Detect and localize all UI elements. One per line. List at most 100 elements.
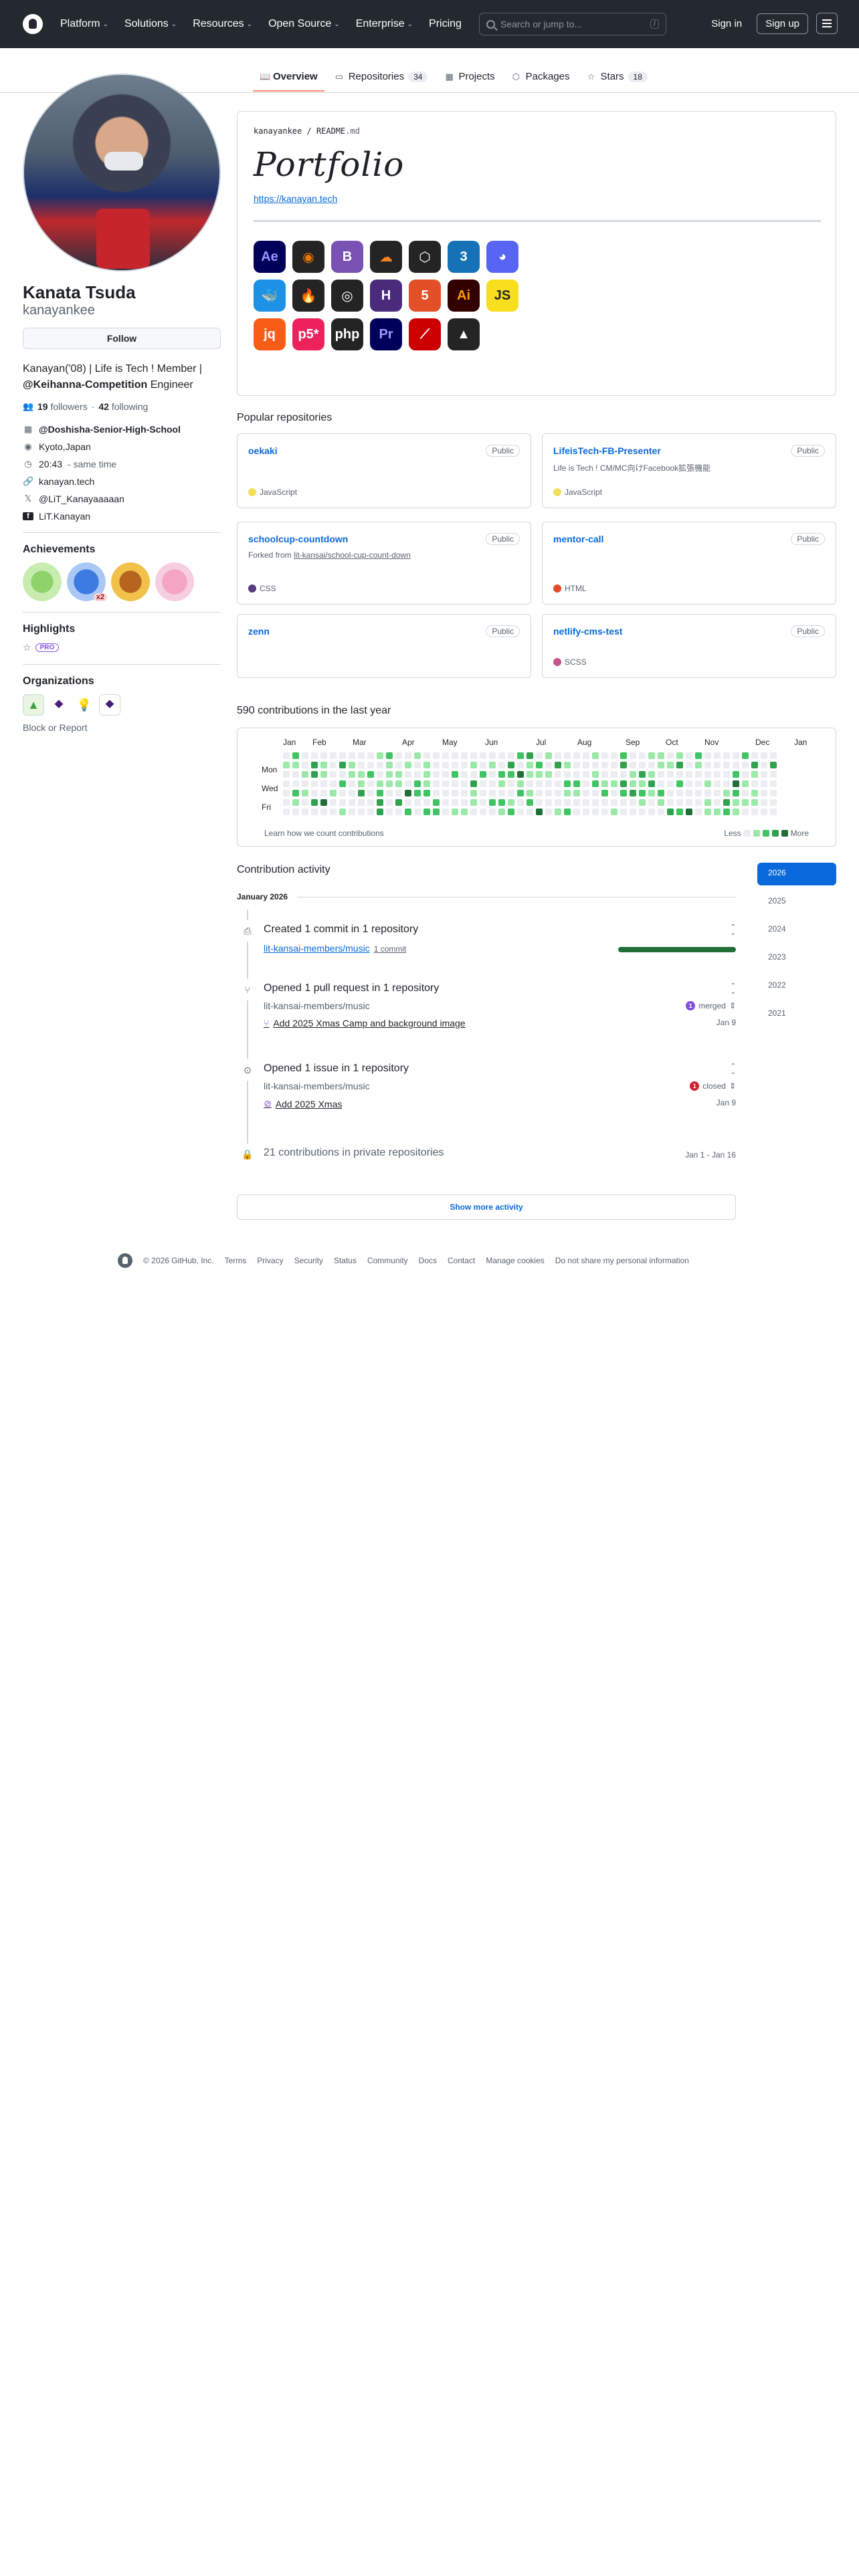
contribution-day[interactable] — [601, 752, 608, 759]
contribution-day[interactable] — [648, 762, 655, 768]
readme-link[interactable]: https://kanayan.tech — [254, 193, 820, 204]
contribution-day[interactable] — [302, 771, 308, 778]
contribution-day[interactable] — [555, 762, 561, 768]
contribution-day[interactable] — [714, 809, 721, 815]
contribution-day[interactable] — [620, 809, 627, 815]
contribution-day[interactable] — [330, 780, 337, 787]
nav-resources[interactable]: Resources ⌄ — [193, 18, 252, 30]
contribution-day[interactable] — [508, 799, 514, 806]
contribution-day[interactable] — [498, 790, 505, 796]
contribution-day[interactable] — [452, 771, 458, 778]
contribution-day[interactable] — [414, 799, 421, 806]
contribution-day[interactable] — [339, 752, 346, 759]
year-link-2025[interactable]: 2025 — [757, 891, 836, 914]
contribution-day[interactable] — [292, 780, 299, 787]
sign-in-link[interactable]: Sign in — [704, 14, 749, 33]
contribution-day[interactable] — [470, 799, 477, 806]
contribution-day[interactable] — [330, 752, 337, 759]
contribution-day[interactable] — [676, 762, 683, 768]
contribution-day[interactable] — [648, 790, 655, 796]
contribution-day[interactable] — [583, 809, 589, 815]
contribution-day[interactable] — [714, 780, 721, 787]
contribution-day[interactable] — [733, 799, 739, 806]
contribution-day[interactable] — [555, 799, 561, 806]
contribution-day[interactable] — [302, 762, 308, 768]
contribution-day[interactable] — [330, 809, 337, 815]
contribution-day[interactable] — [704, 790, 711, 796]
contribution-day[interactable] — [414, 780, 421, 787]
contribution-day[interactable] — [620, 790, 627, 796]
contribution-day[interactable] — [545, 780, 552, 787]
github-logo-icon[interactable] — [118, 1253, 132, 1268]
contribution-day[interactable] — [686, 752, 692, 759]
contribution-day[interactable] — [676, 799, 683, 806]
contribution-day[interactable] — [639, 799, 646, 806]
nav-platform[interactable]: Platform ⌄ — [60, 18, 108, 30]
contribution-day[interactable] — [527, 809, 533, 815]
contribution-day[interactable] — [639, 752, 646, 759]
contribution-day[interactable] — [667, 799, 674, 806]
contribution-day[interactable] — [555, 790, 561, 796]
contribution-day[interactable] — [433, 790, 440, 796]
contribution-day[interactable] — [714, 771, 721, 778]
contribution-day[interactable] — [498, 762, 505, 768]
contribution-day[interactable] — [695, 799, 702, 806]
contribution-day[interactable] — [461, 752, 468, 759]
contribution-day[interactable] — [733, 762, 739, 768]
contribution-day[interactable] — [695, 762, 702, 768]
contribution-day[interactable] — [770, 790, 777, 796]
contribution-day[interactable] — [611, 752, 617, 759]
contribution-day[interactable] — [517, 809, 524, 815]
contribution-day[interactable] — [686, 790, 692, 796]
contribution-day[interactable] — [601, 780, 608, 787]
contribution-day[interactable] — [536, 762, 543, 768]
contribution-day[interactable] — [480, 809, 486, 815]
contribution-day[interactable] — [405, 790, 411, 796]
contribution-day[interactable] — [658, 752, 664, 759]
contribution-day[interactable] — [545, 790, 552, 796]
contribution-day[interactable] — [480, 799, 486, 806]
contribution-day[interactable] — [704, 771, 711, 778]
contribution-day[interactable] — [676, 771, 683, 778]
contribution-day[interactable] — [292, 799, 299, 806]
contribution-day[interactable] — [405, 752, 411, 759]
contribution-day[interactable] — [489, 752, 496, 759]
contribution-day[interactable] — [498, 809, 505, 815]
contribution-day[interactable] — [339, 771, 346, 778]
contribution-day[interactable] — [601, 809, 608, 815]
contribution-day[interactable] — [564, 762, 571, 768]
contribution-day[interactable] — [330, 762, 337, 768]
contribution-day[interactable] — [573, 799, 580, 806]
contribution-day[interactable] — [311, 799, 318, 806]
contribution-day[interactable] — [367, 752, 374, 759]
contribution-day[interactable] — [742, 762, 749, 768]
contribution-day[interactable] — [583, 790, 589, 796]
contribution-day[interactable] — [601, 790, 608, 796]
contribution-day[interactable] — [770, 762, 777, 768]
contribution-day[interactable] — [292, 752, 299, 759]
contribution-day[interactable] — [714, 790, 721, 796]
tab-repositories[interactable]: ▭ Repositories 34 — [328, 67, 435, 92]
contribution-day[interactable] — [770, 799, 777, 806]
contribution-day[interactable] — [714, 762, 721, 768]
contribution-day[interactable] — [508, 780, 514, 787]
year-link-2026[interactable]: 2026 — [757, 863, 836, 885]
hamburger-menu-icon[interactable] — [816, 13, 838, 34]
contribution-day[interactable] — [292, 762, 299, 768]
contribution-day[interactable] — [630, 771, 636, 778]
contribution-day[interactable] — [349, 762, 355, 768]
contribution-day[interactable] — [358, 799, 365, 806]
contribution-day[interactable] — [676, 809, 683, 815]
contribution-day[interactable] — [601, 771, 608, 778]
contribution-day[interactable] — [648, 752, 655, 759]
contribution-day[interactable] — [723, 771, 730, 778]
contribution-day[interactable] — [367, 809, 374, 815]
contribution-day[interactable] — [433, 771, 440, 778]
contribution-day[interactable] — [761, 780, 767, 787]
contribution-day[interactable] — [442, 809, 449, 815]
contribution-day[interactable] — [349, 790, 355, 796]
contribution-day[interactable] — [704, 762, 711, 768]
contribution-day[interactable] — [611, 780, 617, 787]
fold-icon[interactable]: ⇕ — [729, 1001, 736, 1010]
contribution-day[interactable] — [283, 799, 290, 806]
